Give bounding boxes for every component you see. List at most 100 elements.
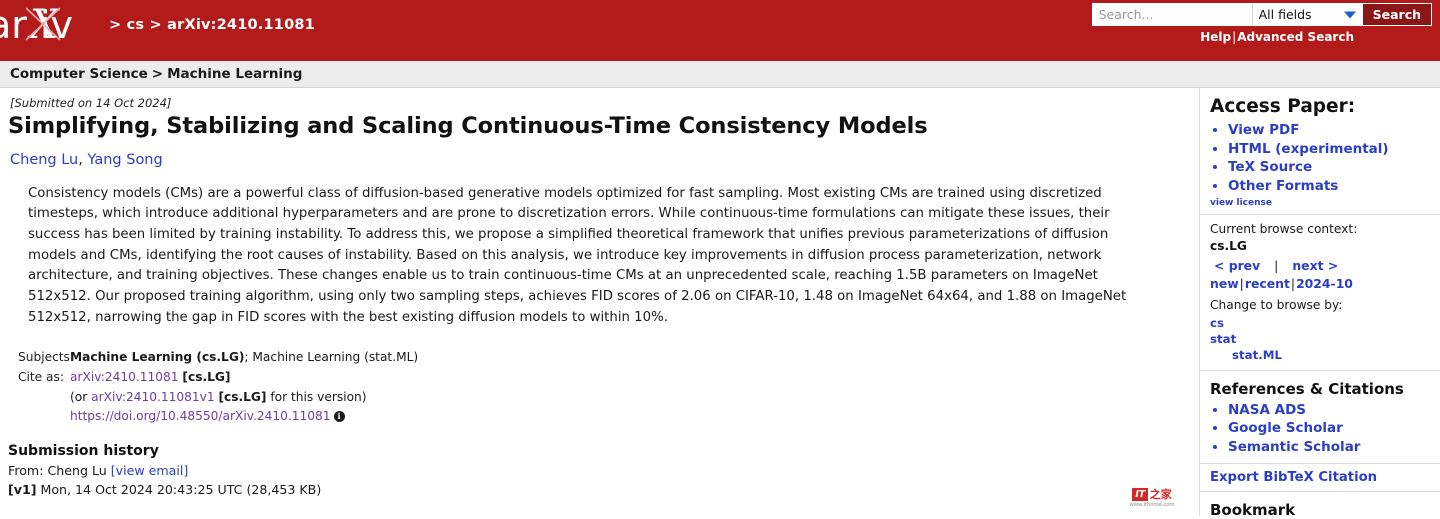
new-recent-nav: new|recent|2024-10: [1210, 275, 1440, 292]
from-name: Cheng Lu: [47, 463, 107, 479]
main-content: [Submitted on 14 Oct 2024] Simplifying, …: [0, 88, 1199, 516]
cite-as-value: arXiv:2410.11081 [cs.LG]: [70, 368, 230, 388]
view-license-link[interactable]: view license: [1210, 198, 1440, 208]
cite-as-row: Cite as: arXiv:2410.11081 [cs.LG]: [18, 368, 1199, 388]
version-prefix: (or: [70, 389, 92, 404]
version-arxiv-id-link[interactable]: arXiv:2410.11081v1: [91, 390, 215, 404]
search-form: All fields Search: [1091, 3, 1432, 26]
archive-month-link[interactable]: 2024-10: [1296, 276, 1353, 291]
watermark-url: www.ithome.com: [1129, 502, 1175, 508]
header-breadcrumb: > cs > arXiv:2410.11081: [109, 17, 315, 35]
browse-item-stat: stat: [1210, 331, 1440, 347]
subjects-value: Machine Learning (cs.LG); Machine Learni…: [70, 348, 418, 368]
browse-link-stat-ml[interactable]: stat.ML: [1232, 348, 1282, 362]
list-item: Google Scholar: [1228, 420, 1440, 438]
breadcrumb-arxiv-id: arXiv:2410.11081: [167, 17, 315, 33]
recent-link[interactable]: recent: [1245, 276, 1290, 291]
export-bibtex-link[interactable]: Export BibTeX Citation: [1210, 470, 1377, 485]
arxiv-logo[interactable]: ar iv X: [0, 2, 106, 50]
site-header: ar iv X > cs > arXiv:2410.11081 All fiel…: [0, 0, 1440, 58]
list-item: Other Formats: [1228, 178, 1440, 196]
page-title: Simplifying, Stabilizing and Scaling Con…: [8, 113, 928, 139]
logo-breadcrumb-area: ar iv X > cs > arXiv:2410.11081: [0, 2, 315, 50]
watermark-logo-row: IT 之家: [1125, 488, 1179, 501]
prev-next-divider: |: [1274, 257, 1279, 273]
info-icon[interactable]: i: [333, 411, 345, 423]
browse-context-section: Current browse context: cs.LG < prev | nex…: [1200, 214, 1440, 369]
version-detail: Mon, 14 Oct 2024 20:43:25 UTC (28,453 KB…: [36, 482, 322, 498]
site-watermark: IT 之家 www.ithome.com: [1125, 488, 1179, 508]
cite-arxiv-id-link[interactable]: arXiv:2410.11081: [70, 370, 179, 384]
submission-version-line: [v1] Mon, 14 Oct 2024 20:43:25 UTC (28,4…: [0, 481, 1199, 500]
browse-link-stat[interactable]: stat: [1210, 332, 1236, 346]
subjects-row: Subjects: Machine Learning (cs.LG); Mach…: [18, 348, 1199, 368]
help-link[interactable]: Help: [1200, 30, 1231, 44]
doi-row: https://doi.org/10.48550/arXiv.2410.1108…: [18, 407, 1199, 427]
nasa-ads-link[interactable]: NASA ADS: [1228, 402, 1306, 418]
browse-context-label: Current browse context:: [1210, 222, 1358, 237]
view-email-link[interactable]: [view email]: [111, 463, 189, 478]
chevron-down-icon: [1343, 11, 1356, 18]
submission-history-heading: Submission history: [8, 443, 159, 460]
cite-as-label: Cite as:: [18, 369, 64, 384]
list-item: TeX Source: [1228, 159, 1440, 177]
bookmark-section: Bookmark: [1200, 491, 1440, 519]
author-link-0[interactable]: Cheng Lu: [10, 152, 78, 168]
other-formats-link[interactable]: Other Formats: [1228, 178, 1338, 194]
submission-from-line: From: Cheng Lu [view email]: [0, 462, 1199, 481]
breadcrumb-sep-1: >: [109, 17, 122, 33]
prev-link[interactable]: < prev: [1214, 258, 1260, 273]
browse-link-cs[interactable]: cs: [1210, 316, 1224, 330]
search-field-select[interactable]: All fields: [1252, 4, 1363, 25]
browse-context-current: cs.LG: [1210, 238, 1247, 253]
list-item: View PDF: [1228, 122, 1440, 140]
list-item: HTML (experimental): [1228, 141, 1440, 159]
version-category: [cs.LG]: [218, 389, 267, 404]
list-item: Semantic Scholar: [1228, 439, 1440, 457]
header-search-area: All fields Search Help|Advanced Search: [1091, 3, 1432, 44]
google-scholar-link[interactable]: Google Scholar: [1228, 420, 1343, 436]
references-citations-section: References & Citations NASA ADS Google S…: [1200, 369, 1440, 464]
breadcrumb-separator: >: [151, 66, 164, 82]
breadcrumb-link-cs[interactable]: cs: [127, 17, 145, 33]
next-link[interactable]: next >: [1292, 258, 1338, 273]
author-link-1[interactable]: Yang Song: [87, 152, 162, 168]
advanced-search-link[interactable]: Advanced Search: [1237, 30, 1354, 44]
new-link[interactable]: new: [1210, 276, 1239, 291]
watermark-badge: IT: [1132, 488, 1148, 501]
html-experimental-link[interactable]: HTML (experimental): [1228, 141, 1389, 157]
breadcrumb-machine-learning[interactable]: Machine Learning: [167, 66, 302, 82]
subjects-label: Subjects:: [18, 350, 75, 365]
search-input[interactable]: [1092, 4, 1253, 25]
list-item: NASA ADS: [1228, 402, 1440, 420]
access-paper-section: Access Paper: View PDF HTML (experimenta…: [1200, 88, 1440, 214]
search-button[interactable]: Search: [1362, 4, 1431, 25]
references-heading: References & Citations: [1210, 379, 1404, 398]
cite-category: [cs.LG]: [182, 369, 231, 384]
access-paper-heading: Access Paper:: [1210, 96, 1356, 117]
watermark-cn-text: 之家: [1149, 488, 1172, 501]
search-field-selected-value: All fields: [1258, 7, 1312, 22]
prev-next-nav: < prev | next >: [1214, 257, 1440, 274]
tex-source-link[interactable]: TeX Source: [1228, 159, 1312, 175]
export-bibtex-section: Export BibTeX Citation: [1200, 463, 1440, 491]
subject-secondary: Machine Learning (stat.ML): [252, 350, 419, 365]
change-browse-label: Change to browse by:: [1210, 298, 1343, 313]
sidebar: Access Paper: View PDF HTML (experimenta…: [1199, 88, 1440, 519]
page-body: [Submitted on 14 Oct 2024] Simplifying, …: [0, 88, 1440, 519]
svg-text:ar: ar: [0, 3, 27, 47]
subject-primary: Machine Learning (cs.LG): [70, 350, 245, 365]
breadcrumb-sep-2: >: [149, 17, 162, 33]
references-links: NASA ADS Google Scholar Semantic Scholar: [1210, 402, 1440, 457]
version-tag: [v1]: [8, 482, 37, 498]
view-pdf-link[interactable]: View PDF: [1228, 122, 1300, 138]
author-list: Cheng Lu, Yang Song: [0, 152, 1199, 168]
breadcrumb-computer-science[interactable]: Computer Science: [10, 66, 148, 82]
paper-metadata: Subjects: Machine Learning (cs.LG); Mach…: [0, 348, 1199, 427]
header-help-links: Help|Advanced Search: [1092, 30, 1432, 44]
semantic-scholar-link[interactable]: Semantic Scholar: [1228, 439, 1360, 455]
version-row: (or arXiv:2410.11081v1 [cs.LG] for this …: [18, 388, 1199, 408]
doi-link[interactable]: https://doi.org/10.48550/arXiv.2410.1108…: [70, 409, 331, 423]
category-breadcrumb: Computer Science > Machine Learning: [0, 58, 1440, 88]
bookmark-heading: Bookmark: [1210, 501, 1296, 519]
